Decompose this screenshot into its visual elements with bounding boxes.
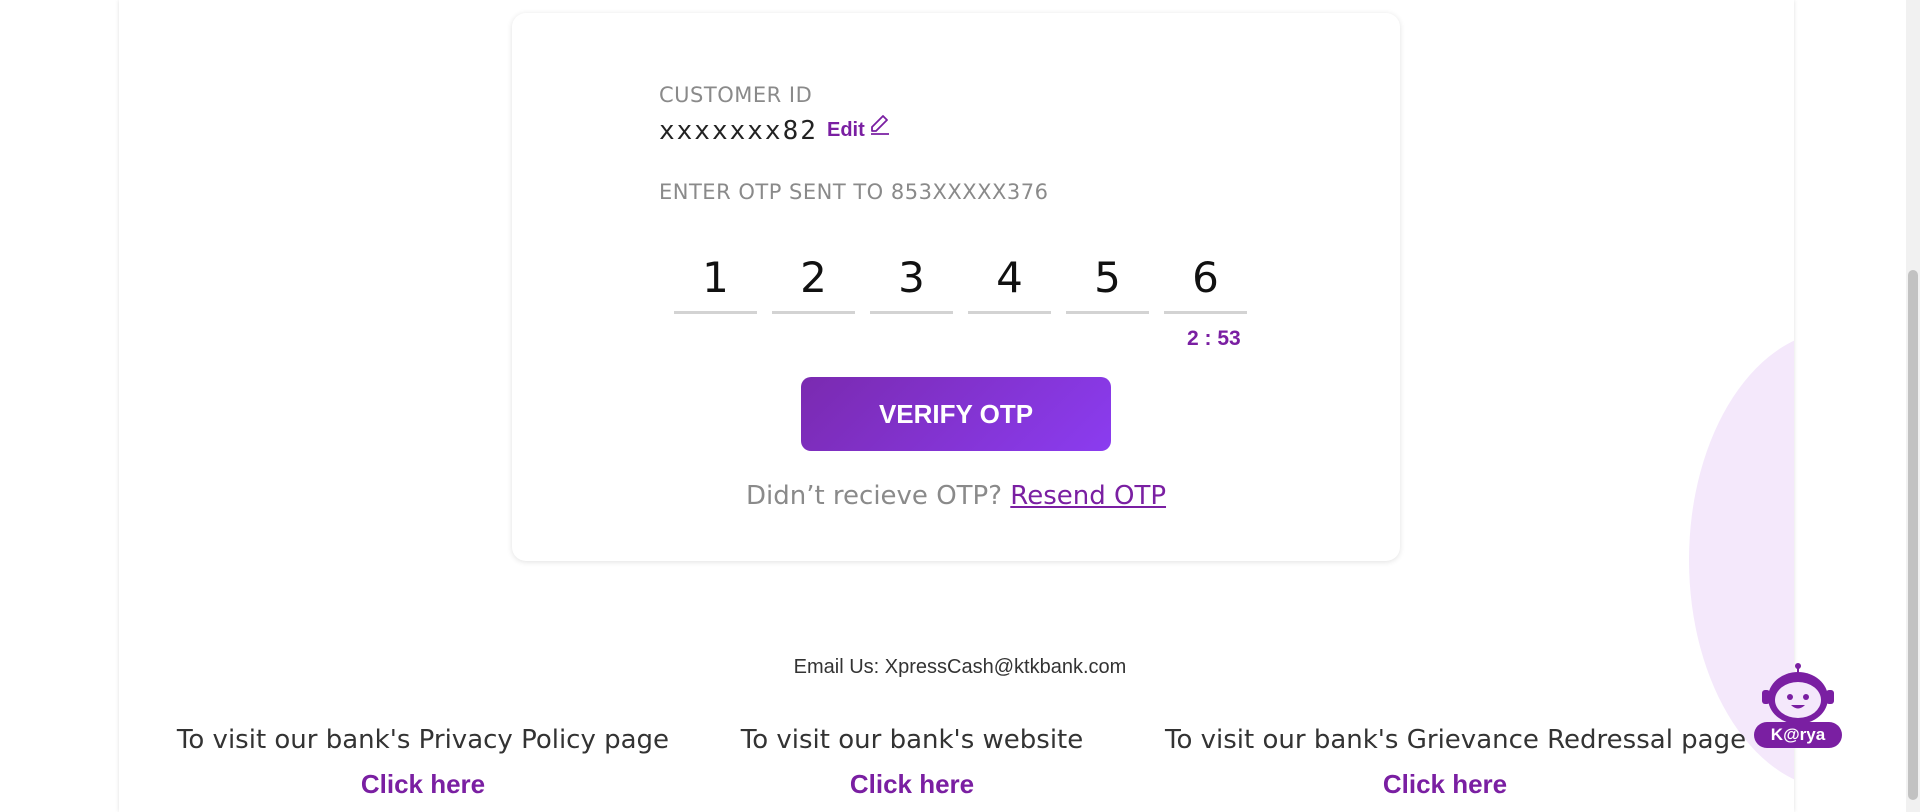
otp-digit-1[interactable]: 1	[674, 243, 757, 314]
otp-digit-5[interactable]: 5	[1066, 243, 1149, 314]
robot-icon	[1762, 663, 1834, 724]
otp-label: ENTER OTP SENT TO 853XXXXX376	[659, 180, 1049, 204]
pencil-icon	[870, 115, 889, 135]
website-text: To visit our bank's website	[740, 725, 1084, 755]
otp-input-group: 1 2 3 4 5 6	[674, 243, 1247, 314]
grievance-link[interactable]: Click here	[1165, 769, 1725, 800]
resend-otp-link[interactable]: Resend OTP	[1010, 481, 1166, 511]
footer-website: To visit our bank's website Click here	[632, 725, 1192, 800]
scrollbar-thumb[interactable]	[1908, 270, 1918, 800]
grievance-text: To visit our bank's Grievance Redressal …	[1165, 725, 1747, 755]
otp-digit-6[interactable]: 6	[1164, 243, 1247, 314]
edit-label: Edit	[827, 119, 865, 141]
otp-digit-2[interactable]: 2	[772, 243, 855, 314]
resend-prompt: Didn’t recieve OTP?	[745, 481, 1003, 511]
chatbot-widget[interactable]: K@rya	[1754, 660, 1844, 750]
verify-otp-button[interactable]: VERIFY OTP	[801, 377, 1111, 451]
footer-grievance: To visit our bank's Grievance Redressal …	[1165, 725, 1747, 800]
footer-privacy: To visit our bank's Privacy Policy page …	[143, 725, 703, 800]
page-scrollbar[interactable]	[1906, 0, 1920, 812]
otp-digit-3[interactable]: 3	[870, 243, 953, 314]
chatbot-label: K@rya	[1754, 722, 1842, 748]
otp-digit-4[interactable]: 4	[968, 243, 1051, 314]
website-link[interactable]: Click here	[632, 769, 1192, 800]
otp-timer: 2 : 53	[1187, 327, 1241, 350]
privacy-link[interactable]: Click here	[143, 769, 703, 800]
privacy-text: To visit our bank's Privacy Policy page	[176, 725, 670, 755]
customer-id-label: CUSTOMER ID	[659, 83, 813, 107]
resend-line: Didn’t recieve OTP? Resend OTP	[512, 481, 1400, 511]
customer-id-value: xxxxxxx82	[659, 116, 818, 146]
edit-customer-id-link[interactable]: Edit	[827, 115, 891, 142]
otp-card: CUSTOMER ID xxxxxxx82 Edit ENTER OTP SEN…	[512, 13, 1400, 561]
footer-email: Email Us: XpressCash@ktkbank.com	[793, 656, 1127, 678]
